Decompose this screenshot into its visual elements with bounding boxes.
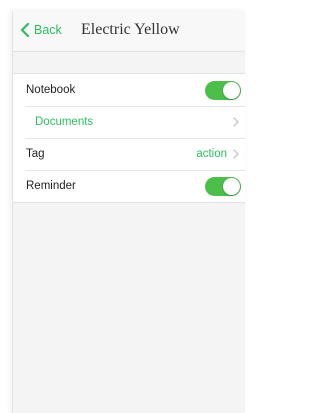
notebook-toggle[interactable]	[205, 81, 241, 100]
navigation-bar: Back Electric Yellow	[13, 11, 245, 52]
chevron-right-icon	[233, 149, 239, 159]
list-item-tag[interactable]: Tag action	[13, 138, 245, 170]
list-item-documents[interactable]: Documents	[13, 106, 245, 138]
list-item-reminder[interactable]: Reminder	[13, 170, 245, 202]
tag-label: Tag	[26, 148, 45, 160]
reminder-toggle[interactable]	[205, 177, 241, 196]
settings-list: Notebook Documents Tag action Reminder	[13, 73, 245, 203]
toggle-knob	[223, 178, 240, 195]
page-title: Electric Yellow	[81, 21, 180, 38]
toggle-knob	[223, 82, 240, 99]
back-button[interactable]: Back	[20, 21, 62, 39]
tag-value: action	[196, 148, 227, 160]
reminder-label: Reminder	[26, 180, 76, 192]
list-item-notebook[interactable]: Notebook	[13, 74, 245, 106]
chevron-right-icon	[233, 117, 239, 127]
documents-label: Documents	[35, 116, 94, 128]
chevron-left-icon	[20, 23, 30, 37]
notebook-label: Notebook	[26, 84, 76, 96]
note-settings-screen: Back Electric Yellow Notebook Documents …	[12, 11, 245, 413]
back-label: Back	[34, 23, 62, 37]
